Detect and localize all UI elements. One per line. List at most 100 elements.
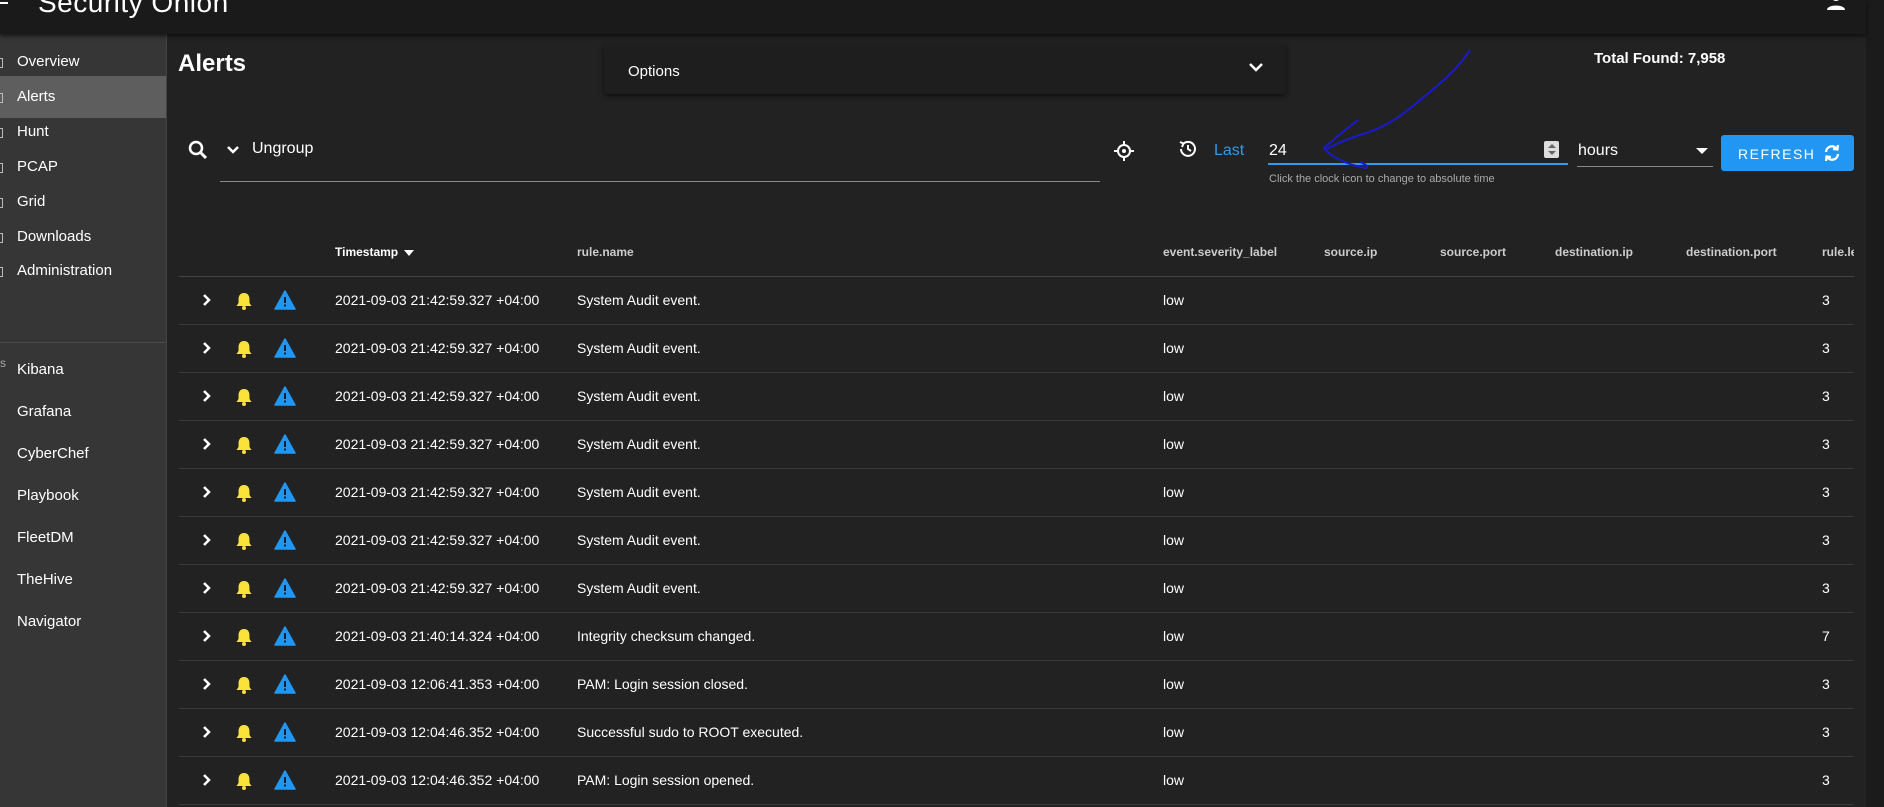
cell-severity: low — [1163, 436, 1185, 452]
cell-rule: PAM: Login session closed. — [577, 676, 748, 692]
query-input[interactable]: Ungroup — [220, 128, 1100, 182]
cell-timestamp: 2021-09-03 12:04:46.352 +04:00 — [335, 772, 540, 788]
column-header-rule-name[interactable]: rule.name — [577, 245, 634, 259]
time-unit-select[interactable]: hours — [1577, 132, 1713, 167]
column-header-event-severity-label[interactable]: event.severity_label — [1163, 245, 1277, 259]
table-row[interactable]: 2021-09-03 21:42:59.327 +04:00 System Aud… — [179, 517, 1854, 565]
hunt-icon — [0, 128, 3, 138]
bell-icon[interactable] — [234, 483, 254, 508]
crosshair-icon[interactable] — [1114, 141, 1134, 161]
sidebar-item-label: Navigator — [17, 613, 82, 630]
cell-rule: System Audit event. — [577, 388, 701, 404]
bell-icon[interactable] — [234, 579, 254, 604]
cell-rule: Integrity checksum changed. — [577, 628, 756, 644]
table-row[interactable]: 2021-09-03 12:06:41.353 +04:00 PAM: Login… — [179, 661, 1854, 709]
table-row[interactable]: 2021-09-03 21:42:59.327 +04:00 System Aud… — [179, 469, 1854, 517]
bell-icon[interactable] — [234, 771, 254, 796]
search-icon[interactable] — [188, 140, 208, 160]
chevron-right-icon[interactable] — [202, 773, 212, 792]
chevron-right-icon[interactable] — [202, 293, 212, 312]
warning-icon[interactable] — [274, 482, 296, 507]
warning-icon[interactable] — [274, 530, 296, 555]
bell-icon[interactable] — [234, 387, 254, 412]
overview-icon — [0, 58, 3, 68]
sidebar-item-label: TheHive — [17, 571, 73, 588]
chevron-right-icon[interactable] — [202, 437, 212, 456]
cell-rule: System Audit event. — [577, 484, 701, 500]
sidebar-item-label: Playbook — [17, 487, 79, 504]
warning-icon[interactable] — [274, 626, 296, 651]
cell-severity: low — [1163, 580, 1185, 596]
column-header-destination-ip[interactable]: destination.ip — [1555, 245, 1633, 259]
cell-timestamp: 2021-09-03 12:06:41.353 +04:00 — [335, 676, 540, 692]
cell-level: 3 — [1822, 340, 1830, 356]
bell-icon[interactable] — [234, 291, 254, 316]
cell-severity: low — [1163, 340, 1185, 356]
table-row[interactable]: 2021-09-03 12:04:46.352 +04:00 Successful… — [179, 709, 1854, 757]
bell-icon[interactable] — [234, 723, 254, 748]
column-header-rule-le[interactable]: rule.le — [1822, 245, 1854, 259]
time-range-value[interactable]: 24 — [1269, 142, 1287, 160]
cell-timestamp: 2021-09-03 21:42:59.327 +04:00 — [335, 340, 540, 356]
sidebar-tool-kibana[interactable]: Kibana — [0, 349, 166, 391]
time-range-input[interactable]: 24 — [1268, 132, 1568, 165]
column-header-source-port[interactable]: source.port — [1440, 245, 1506, 259]
warning-icon[interactable] — [274, 290, 296, 315]
sidebar-item-administration[interactable]: Administration — [0, 250, 166, 292]
query-text[interactable]: Ungroup — [252, 140, 313, 158]
warning-icon[interactable] — [274, 674, 296, 699]
chevron-right-icon[interactable] — [202, 629, 212, 648]
table-row[interactable]: 2021-09-03 21:42:59.327 +04:00 System Aud… — [179, 565, 1854, 613]
cell-level: 3 — [1822, 724, 1830, 740]
cell-level: 3 — [1822, 388, 1830, 404]
warning-icon[interactable] — [274, 338, 296, 363]
column-header-label: source.ip — [1324, 245, 1378, 259]
menu-icon[interactable] — [0, 0, 8, 14]
options-panel[interactable]: Options — [604, 44, 1286, 94]
sidebar-tool-playbook[interactable]: Playbook — [0, 475, 166, 517]
sidebar-tool-cyberchef[interactable]: CyberChef — [0, 433, 166, 475]
cell-severity: low — [1163, 388, 1185, 404]
column-header-source-ip[interactable]: source.ip — [1324, 245, 1377, 259]
refresh-button[interactable]: REFRESH — [1721, 135, 1854, 171]
chevron-right-icon[interactable] — [202, 389, 212, 408]
sidebar: Overview Alerts Hunt PCAP Grid Downloads Admin… — [0, 34, 167, 807]
chevron-right-icon[interactable] — [202, 677, 212, 696]
sidebar-item-label: PCAP — [17, 158, 58, 175]
sidebar-tool-grafana[interactable]: Grafana — [0, 391, 166, 433]
sidebar-tool-fleetdm[interactable]: FleetDM — [0, 517, 166, 559]
history-icon[interactable] — [1177, 138, 1199, 160]
bell-icon[interactable] — [234, 531, 254, 556]
warning-icon[interactable] — [274, 434, 296, 459]
bell-icon[interactable] — [234, 627, 254, 652]
table-row[interactable]: 2021-09-03 21:42:59.327 +04:00 System Aud… — [179, 277, 1854, 325]
scrollbar-gutter — [1866, 0, 1884, 807]
sidebar-tool-thehive[interactable]: TheHive — [0, 559, 166, 601]
cell-level: 3 — [1822, 676, 1830, 692]
table-row[interactable]: 2021-09-03 21:42:59.327 +04:00 System Aud… — [179, 421, 1854, 469]
warning-icon[interactable] — [274, 722, 296, 747]
chevron-right-icon[interactable] — [202, 533, 212, 552]
warning-icon[interactable] — [274, 578, 296, 603]
column-header-timestamp[interactable]: Timestamp — [335, 245, 415, 259]
chevron-right-icon[interactable] — [202, 581, 212, 600]
chevron-right-icon[interactable] — [202, 341, 212, 360]
bell-icon[interactable] — [234, 675, 254, 700]
chevron-right-icon[interactable] — [202, 485, 212, 504]
sidebar-divider — [0, 342, 166, 343]
warning-icon[interactable] — [274, 770, 296, 795]
user-icon[interactable] — [1826, 0, 1846, 12]
sidebar-tool-navigator[interactable]: Navigator — [0, 601, 166, 643]
table-row[interactable]: 2021-09-03 21:42:59.327 +04:00 System Aud… — [179, 373, 1854, 421]
cell-level: 3 — [1822, 436, 1830, 452]
number-spinner[interactable] — [1544, 141, 1559, 158]
table-row[interactable]: 2021-09-03 21:42:59.327 +04:00 System Aud… — [179, 325, 1854, 373]
bell-icon[interactable] — [234, 339, 254, 364]
warning-icon[interactable] — [274, 386, 296, 411]
download-icon — [0, 233, 3, 243]
table-row[interactable]: 2021-09-03 21:40:14.324 +04:00 Integrity … — [179, 613, 1854, 661]
table-row[interactable]: 2021-09-03 12:04:46.352 +04:00 PAM: Login… — [179, 757, 1854, 805]
column-header-destination-port[interactable]: destination.port — [1686, 245, 1777, 259]
chevron-right-icon[interactable] — [202, 725, 212, 744]
bell-icon[interactable] — [234, 435, 254, 460]
